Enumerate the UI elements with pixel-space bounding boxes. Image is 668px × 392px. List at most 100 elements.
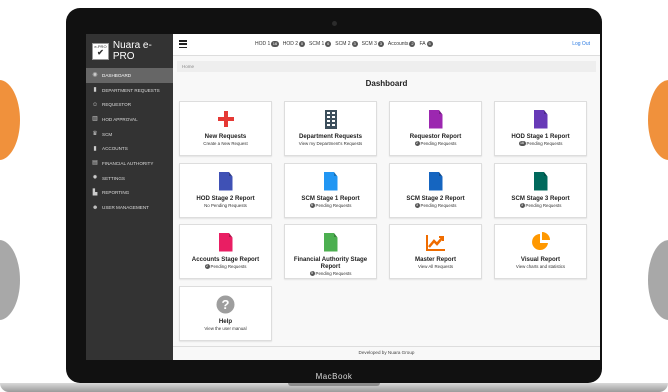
sidebar-item-department-requests[interactable]: ▮ DEPARTMENT REQUESTS (86, 83, 173, 98)
document-icon (323, 232, 338, 252)
top-link-label: SCM 1 (309, 41, 325, 47)
card-subtitle-row: 16 Pending Requests (518, 141, 562, 146)
sidebar-item-financial-authority[interactable]: ▤ FINANCIAL AUTHORITY (86, 156, 173, 171)
card-scm-stage-3-report[interactable]: SCM Stage 3 Report 3 Pending Requests (494, 163, 587, 218)
pending-count-badge: 2 (414, 141, 420, 146)
user-plus-icon: ☺ (92, 101, 99, 108)
card-hod-stage-2-report[interactable]: HOD Stage 2 Report No Pending Requests (179, 163, 272, 218)
card-new-requests[interactable]: New Requests Create a New Request (179, 101, 272, 156)
card-subtitle: Pending Requests (315, 203, 352, 208)
top-link-label: Accounts (387, 41, 409, 47)
card-title: Visual Report (520, 256, 561, 263)
card-help[interactable]: ? Help View the user manual (179, 286, 272, 341)
card-title: HOD Stage 1 Report (511, 133, 570, 140)
top-link-scm-2[interactable]: SCM 23 (335, 41, 358, 47)
card-scm-stage-2-report[interactable]: SCM Stage 2 Report 3 Pending Requests (389, 163, 482, 218)
sidebar-item-reporting[interactable]: ▙ REPORTING (86, 186, 173, 201)
sidebar-item-scm[interactable]: ♛ SCM (86, 127, 173, 142)
users-icon: ☻ (92, 204, 99, 211)
pending-count-badge: 3 (414, 203, 420, 208)
sidebar-item-label: USER MANAGEMENT (102, 205, 149, 211)
trophy-icon: ♛ (92, 131, 98, 138)
svg-text:?: ? (222, 297, 230, 312)
card-title: SCM Stage 3 Report (511, 195, 570, 202)
sidebar-item-settings[interactable]: ✹ SETTINGS (86, 171, 173, 186)
decorative-circle (0, 80, 20, 160)
count-badge: 5 (426, 41, 433, 47)
money-icon: ▤ (92, 160, 98, 167)
card-accounts-stage-report[interactable]: Accounts Stage Report 2 Pending Requests (179, 224, 272, 279)
card-subtitle: View the user manual (204, 326, 247, 331)
gear-icon: ✹ (92, 175, 98, 182)
card-title: Requestor Report (409, 133, 462, 140)
main-content: Home Dashboard New Requests Create a New … (173, 56, 600, 360)
count-badge: 0 (299, 41, 306, 47)
top-link-label: SCM 3 (361, 41, 377, 47)
card-title: SCM Stage 1 Report (301, 195, 360, 202)
top-link-label: FA (419, 41, 426, 47)
card-requestor-report[interactable]: Requestor Report 2 Pending Requests (389, 101, 482, 156)
sidebar-item-user-management[interactable]: ☻ USER MANAGEMENT (86, 200, 173, 215)
top-link-scm-3[interactable]: SCM 33 (362, 41, 384, 47)
card-title: Accounts Stage Report (191, 256, 260, 263)
card-hod-stage-1-report[interactable]: HOD Stage 1 Report 16 Pending Requests (494, 101, 587, 156)
count-badge: 6 (325, 41, 332, 47)
footer: Developed by Nuara Group (173, 346, 600, 360)
sidebar-item-label: REPORTING (102, 190, 130, 196)
building-icon (324, 109, 337, 129)
card-subtitle-row: View the user manual (204, 326, 246, 331)
top-link-accounts[interactable]: Accounts 2 (388, 41, 416, 47)
menu-icon[interactable] (179, 40, 187, 48)
card-subtitle-row: View my Department's Requests (299, 141, 362, 146)
sidebar-item-label: FINANCIAL AUTHORITY (102, 160, 154, 166)
card-financial-authority-stage-report[interactable]: Financial Authority Stage Report 5 Pending… (284, 224, 377, 279)
top-link-fa[interactable]: FA 5 (419, 41, 433, 47)
sidebar-item-label: ACCOUNTS (102, 146, 128, 152)
document-icon (533, 171, 548, 191)
logo-icon: e-PRO ✔ (92, 42, 109, 60)
dashboard-icon: ◉ (92, 72, 98, 79)
card-subtitle-row: View All Requests (418, 264, 453, 269)
card-subtitle-row: 3 Pending Requests (519, 203, 562, 208)
card-department-requests[interactable]: Department Requests View my Department's … (284, 101, 377, 156)
count-badge: 3 (377, 41, 384, 47)
card-subtitle-row: 5 Pending Requests (309, 271, 352, 276)
sidebar-item-label: REQUESTOR (102, 102, 132, 108)
top-link-scm-1[interactable]: SCM 16 (309, 41, 332, 47)
card-subtitle: Pending Requests (210, 264, 247, 269)
sidebar-item-hod-approval[interactable]: ▥ HOD APPROVAL (86, 112, 173, 127)
count-badge: 2 (409, 41, 416, 47)
sidebar-item-label: SCM (102, 131, 113, 137)
document-icon (533, 109, 548, 129)
app-logo[interactable]: e-PRO ✔ Nuara e-PRO (86, 34, 173, 68)
document-icon (218, 232, 233, 252)
card-visual-report[interactable]: Visual Report View charts and statistics (494, 224, 587, 279)
document-icon (218, 171, 233, 191)
card-subtitle-row: 3 Pending Requests (414, 203, 456, 208)
topbar: HOD 1 16 HOD 2 0 SCM 1 6 SCM 2 3 SCM 3 3 Accounts 2… (173, 34, 600, 56)
sidebar-item-dashboard[interactable]: ◉ DASHBOARD (86, 68, 173, 83)
card-title: Department Requests (299, 133, 362, 140)
document-icon (323, 171, 338, 191)
card-scm-stage-1-report[interactable]: SCM Stage 1 Report 6 Pending Requests (284, 163, 377, 218)
sidebar-item-requestor[interactable]: ☺ REQUESTOR (86, 97, 173, 112)
card-master-report[interactable]: Master Report View All Requests (389, 224, 482, 279)
sidebar-item-accounts[interactable]: ▮ ACCOUNTS (86, 141, 173, 156)
file-icon: ▮ (93, 87, 97, 94)
card-subtitle-row: View charts and statistics (516, 264, 565, 269)
logout-link[interactable]: Log Out (572, 41, 590, 47)
card-subtitle-row: 2 Pending Requests (204, 264, 247, 269)
card-subtitle: Pending Requests (525, 203, 562, 208)
count-badge: 3 (351, 41, 358, 47)
card-subtitle-row: Create a New Request (203, 141, 247, 146)
sidebar-item-label: DEPARTMENT REQUESTS (102, 87, 160, 93)
card-subtitle: View All Requests (417, 264, 454, 269)
breadcrumb[interactable]: Home (177, 61, 596, 72)
top-link-label: SCM 2 (335, 41, 351, 47)
pending-count-badge: 6 (309, 203, 315, 208)
top-link-hod-1[interactable]: HOD 1 16 (255, 41, 279, 47)
card-subtitle: Pending Requests (315, 271, 352, 276)
top-link-hod-2[interactable]: HOD 20 (283, 41, 306, 47)
plus-icon (217, 109, 234, 129)
device-label: MacBook (315, 372, 353, 381)
